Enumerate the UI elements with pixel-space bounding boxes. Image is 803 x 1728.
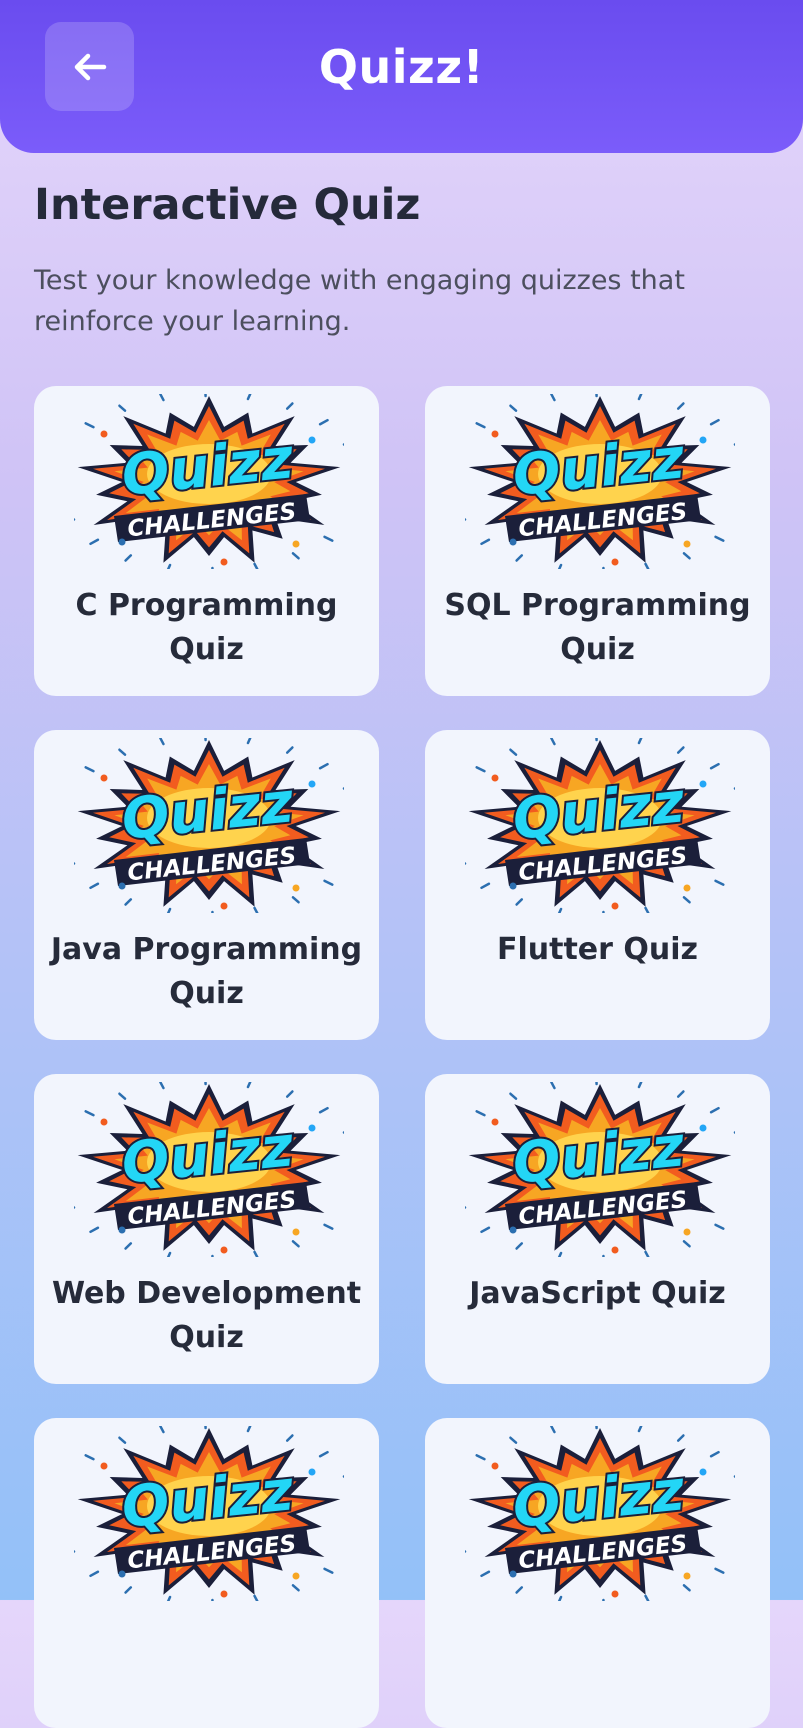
quizz-challenges-logo: QuizzCHALLENGES [465,738,735,913]
section-description: Test your knowledge with engaging quizze… [34,260,734,342]
quiz-card-flutter[interactable]: QuizzCHALLENGES Flutter Quiz [425,730,770,1040]
quizz-challenges-logo: QuizzCHALLENGES [74,1082,344,1257]
quiz-grid: QuizzCHALLENGES C Programming Quiz Quizz… [34,386,771,1728]
quizz-challenges-logo: QuizzCHALLENGES [465,1082,735,1257]
quiz-card-title: JavaScript Quiz [437,1272,758,1316]
quizz-challenges-logo: QuizzCHALLENGES [74,1426,344,1601]
quizz-challenges-logo: QuizzCHALLENGES [465,394,735,569]
app-header: Quizz! [0,0,803,153]
quiz-card-javascript[interactable]: QuizzCHALLENGES JavaScript Quiz [425,1074,770,1384]
quizz-challenges-logo: QuizzCHALLENGES [74,394,344,569]
quizz-challenges-logo: QuizzCHALLENGES [465,1426,735,1601]
quiz-card-web-development[interactable]: QuizzCHALLENGES Web Development Quiz [34,1074,379,1384]
quiz-card-title: Flutter Quiz [437,928,758,972]
quiz-card-c[interactable]: QuizzCHALLENGES C Programming Quiz [34,386,379,696]
quiz-card-sql[interactable]: QuizzCHALLENGES SQL Programming Quiz [425,386,770,696]
quizz-challenges-logo: QuizzCHALLENGES [74,738,344,913]
section-title: Interactive Quiz [34,180,420,230]
quiz-card-title: Java Programming Quiz [46,928,367,1016]
quiz-card-title: Web Development Quiz [46,1272,367,1360]
page-title: Quizz! [0,40,803,94]
quiz-card-java[interactable]: QuizzCHALLENGES Java Programming Quiz [34,730,379,1040]
quiz-card-7[interactable]: QuizzCHALLENGES [34,1418,379,1728]
quiz-card-title: C Programming Quiz [46,584,367,672]
quiz-card-8[interactable]: QuizzCHALLENGES [425,1418,770,1728]
quiz-card-title: SQL Programming Quiz [437,584,758,672]
